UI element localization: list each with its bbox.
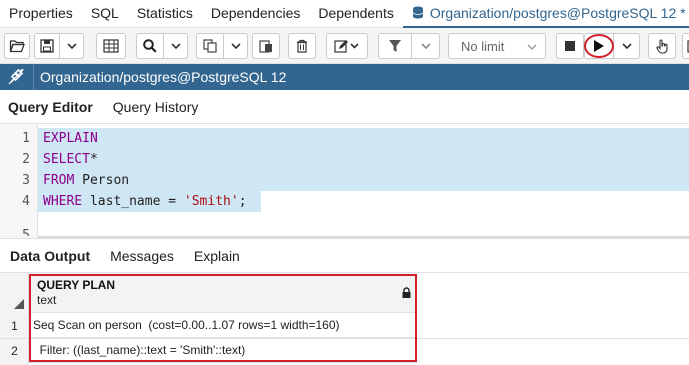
panel-tabs: Properties SQL Statistics Dependencies D…	[0, 0, 689, 28]
column-name: QUERY PLAN	[37, 278, 116, 292]
stop-icon	[565, 41, 575, 51]
editor-tabs: Query Editor Query History	[0, 90, 689, 124]
stop-button[interactable]	[556, 33, 584, 59]
sql-editor[interactable]: 1 2 3 4 5 EXPLAIN SELECT* FROM Person WH…	[0, 124, 689, 238]
sql-text: last_name =	[82, 194, 184, 209]
filter-button[interactable]	[378, 33, 412, 59]
row-number: 2	[11, 344, 18, 358]
column-type: text	[37, 293, 57, 307]
filter-dropdown-button[interactable]	[412, 33, 440, 59]
open-file-button[interactable]	[4, 33, 30, 59]
sql-keyword: WHERE	[43, 194, 83, 209]
query-toolbar: No limit	[0, 28, 689, 64]
code-line-3: FROM Person	[43, 173, 129, 188]
tab-dependents[interactable]: Dependents	[309, 0, 403, 28]
play-icon	[594, 40, 604, 52]
save-button[interactable]	[34, 33, 60, 59]
more-button[interactable]	[682, 33, 689, 59]
save-dropdown-button[interactable]	[60, 33, 84, 59]
tab-data-output[interactable]: Data Output	[0, 248, 100, 264]
chevron-down-icon	[621, 43, 632, 49]
pencil-icon	[334, 40, 359, 53]
row-limit-select[interactable]: No limit	[448, 33, 546, 59]
line-number: 4	[22, 194, 30, 209]
row-number: 1	[11, 319, 18, 333]
sql-keyword: FROM	[43, 173, 75, 188]
sql-string: 'Smith'	[183, 194, 239, 209]
sql-text: *	[89, 152, 98, 167]
search-icon	[143, 39, 157, 53]
copy-icon	[203, 39, 217, 53]
folder-open-icon	[9, 40, 25, 53]
code-line-2: SELECT*	[43, 152, 98, 167]
paste-button[interactable]	[252, 33, 280, 59]
tab-query-tool-label: Organization/postgres@PostgreSQL 12 *	[429, 4, 686, 21]
chevron-down-icon	[66, 43, 77, 49]
table-cell[interactable]: Seq Scan on person (cost=0.00..1.07 rows…	[29, 313, 417, 338]
tab-query-editor[interactable]: Query Editor	[0, 99, 101, 115]
plug-icon	[8, 69, 24, 85]
tab-dependencies[interactable]: Dependencies	[202, 0, 310, 28]
tab-sql[interactable]: SQL	[82, 0, 128, 28]
line-number-gutter: 1 2 3 4 5	[0, 124, 38, 238]
sql-text: ;	[238, 194, 247, 209]
tab-statistics[interactable]: Statistics	[128, 0, 202, 28]
line-number: 1	[22, 131, 30, 146]
sql-keyword: EXPLAIN	[43, 131, 98, 146]
chevron-down-icon	[527, 44, 537, 50]
tab-query-history[interactable]: Query History	[105, 99, 207, 115]
selection-highlight	[38, 128, 689, 191]
edit-button[interactable]	[326, 33, 368, 59]
lock-icon	[402, 287, 411, 298]
line-number: 2	[22, 152, 30, 167]
code-line-4: WHERE last_name = 'Smith';	[43, 194, 247, 209]
chevron-down-icon	[170, 43, 181, 49]
edit-grid-button[interactable]	[96, 33, 126, 59]
chevron-down-icon	[230, 43, 241, 49]
select-all-corner-icon[interactable]	[14, 299, 24, 309]
sql-keyword: SELECT	[43, 152, 90, 167]
save-icon	[40, 39, 54, 53]
connection-bar: Organization/postgres@PostgreSQL 12	[0, 64, 689, 90]
output-tabs: Data Output Messages Explain	[0, 238, 689, 273]
connection-title: Organization/postgres@PostgreSQL 12	[40, 69, 287, 85]
tab-properties[interactable]: Properties	[0, 0, 82, 28]
results-grid: QUERY PLAN text 1 Seq Scan on person (co…	[0, 273, 689, 365]
sql-text: Person	[74, 173, 130, 188]
chevron-down-icon	[420, 43, 431, 49]
line-number: 3	[22, 173, 30, 188]
database-icon	[412, 6, 424, 19]
copy-dropdown-button[interactable]	[224, 33, 248, 59]
connection-status-button[interactable]	[0, 64, 34, 90]
paste-icon	[259, 40, 272, 53]
column-header-query-plan[interactable]: QUERY PLAN text	[29, 273, 417, 313]
find-dropdown-button[interactable]	[164, 33, 188, 59]
trash-icon	[297, 39, 307, 53]
hand-pointer-icon	[656, 38, 668, 54]
filter-icon	[389, 40, 401, 52]
tab-query-tool[interactable]: Organization/postgres@PostgreSQL 12 *	[402, 0, 689, 28]
grid-edit-icon	[103, 39, 119, 53]
macros-button[interactable]	[648, 33, 676, 59]
copy-button[interactable]	[196, 33, 224, 59]
find-button[interactable]	[136, 33, 164, 59]
delete-button[interactable]	[288, 33, 316, 59]
row-limit-value: No limit	[461, 38, 505, 54]
code-line-1: EXPLAIN	[43, 131, 98, 146]
tab-explain[interactable]: Explain	[184, 248, 250, 264]
table-cell[interactable]: Filter: ((last_name)::text = 'Smith'::te…	[29, 338, 417, 363]
line-number: 5	[22, 228, 30, 236]
execute-button[interactable]	[584, 33, 614, 59]
execute-dropdown-button[interactable]	[614, 33, 640, 59]
tab-messages[interactable]: Messages	[100, 248, 184, 264]
